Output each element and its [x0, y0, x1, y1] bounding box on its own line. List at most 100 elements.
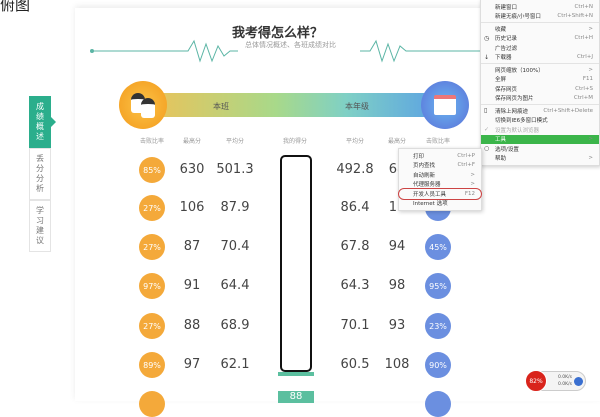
menu-item-shortcut: Ctrl+H — [574, 35, 593, 42]
class-avg-score: 70.4 — [220, 239, 250, 254]
menu-item-shortcut: F11 — [582, 76, 593, 83]
menu-separator — [481, 63, 599, 64]
browser-menu: 新建窗口 Ctrl+N 新建无痕/小号窗口 Ctrl+Shift+N 收藏 > ◷ 历史记录 C… — [480, 0, 600, 166]
sidebar-tab-study-advice[interactable]: 学习建议 — [29, 200, 51, 252]
menu-item[interactable]: 打印 Ctrl+P — [399, 151, 481, 161]
menu-item[interactable]: 页内查找 Ctrl+F — [399, 161, 481, 171]
menu-item-shortcut: Ctrl+M — [573, 95, 593, 102]
class-avg-score: 62.1 — [220, 357, 250, 372]
my-score-redacted-box — [280, 155, 312, 372]
menu-item[interactable]: 新建无痕/小号窗口 Ctrl+Shift+N — [481, 12, 599, 22]
page-subtitle: 总体情况概述、各班成绩对比 — [245, 41, 336, 49]
my-score-cell: 88 — [278, 391, 314, 403]
menu-item-label: 开发人员工具 — [413, 191, 447, 198]
menu-item-shortcut: Ctrl+F — [457, 162, 475, 169]
menu-separator — [481, 22, 599, 23]
speed-widget[interactable]: 82% 0.0K/s 0.0K/s — [525, 370, 586, 392]
menu-item[interactable]: 新建窗口 Ctrl+N — [481, 2, 599, 12]
menu-item[interactable]: 帮助 > — [481, 154, 599, 164]
menu-item[interactable]: 自动刷新 > — [399, 170, 481, 180]
rate-badge — [425, 391, 451, 417]
class-rate-badge: 27% — [139, 195, 165, 221]
menu-item-label: 清除上网痕迹 — [495, 108, 529, 115]
menu-item-shortcut: > — [588, 155, 593, 162]
menu-item[interactable]: ↓ 下载器 Ctrl+J — [481, 53, 599, 63]
menu-item-label: 保存网页为图片 — [495, 96, 534, 103]
menu-item-shortcut: F12 — [464, 190, 475, 197]
download-icon: ↓ — [484, 53, 490, 61]
grade-label: 本年级 — [345, 102, 369, 111]
menu-item[interactable]: 广告过滤 — [481, 43, 599, 53]
class-avg-score: 501.3 — [216, 162, 254, 177]
gear-icon: ○ — [484, 145, 490, 153]
menu-item[interactable]: Internet 选项 — [399, 199, 481, 209]
rate-badge — [139, 391, 165, 417]
class-rate-badge: 97% — [139, 273, 165, 299]
class-rate-badge: 85% — [139, 157, 165, 183]
menu-item-label: 选项/设置 — [495, 146, 519, 153]
menu-item-label: 网页缩放（100%） — [495, 67, 544, 74]
menu-item[interactable]: ▯ 清除上网痕迹 Ctrl+Shift+Delete — [481, 106, 599, 116]
menu-item[interactable]: 保存网页 Ctrl+S — [481, 84, 599, 94]
column-header: 平均分 — [225, 138, 244, 145]
menu-item-label: 保存网页 — [495, 86, 518, 93]
menu-item[interactable]: 切换到IE6多窗口模式 — [481, 116, 599, 126]
menu-item-shortcut: Ctrl+Shift+Delete — [543, 107, 593, 114]
menu-item[interactable]: 保存网页为图片 Ctrl+M — [481, 94, 599, 104]
menu-item[interactable]: ✓ 设置为默认浏览器 — [481, 125, 599, 135]
menu-item[interactable]: 收藏 > — [481, 24, 599, 34]
column-header: 击败比率 — [425, 138, 450, 145]
menu-item-shortcut: > — [470, 171, 475, 178]
page-title: 我考得怎么样？ — [232, 26, 324, 41]
menu-item-label: 打印 — [413, 153, 425, 160]
memory-percent: 82% — [525, 370, 547, 392]
menu-item-label: Internet 选项 — [413, 201, 448, 208]
menu-item-label: 广告过滤 — [495, 45, 518, 52]
school-icon — [421, 81, 469, 129]
grade-max-score: 98 — [388, 278, 406, 293]
grade-max-score: 108 — [384, 357, 410, 372]
class-rate-badge: 89% — [139, 352, 165, 378]
grade-rate-badge: 23% — [425, 313, 451, 339]
trash-icon: ▯ — [484, 107, 488, 115]
menu-item[interactable]: 工具 > — [481, 134, 599, 144]
clock-icon: ◷ — [484, 34, 490, 42]
menu-item-label: 新建无痕/小号窗口 — [495, 14, 541, 21]
grade-rate-badge: 45% — [425, 234, 451, 260]
menu-item-shortcut: Ctrl+J — [576, 54, 593, 61]
menu-item[interactable]: 开发人员工具 F12 — [398, 188, 482, 200]
menu-item-shortcut: Ctrl+S — [575, 85, 593, 92]
menu-item-label: 工具 — [495, 137, 507, 144]
class-label: 本班 — [213, 102, 229, 111]
students-icon — [119, 81, 167, 129]
class-rate-badge: 27% — [139, 234, 165, 260]
class-avg-score: 68.9 — [220, 318, 250, 333]
menu-item[interactable]: ○ 选项/设置 — [481, 144, 599, 154]
menu-item-label: 自动刷新 — [413, 172, 436, 179]
active-tab-arrow — [51, 117, 56, 127]
corner-text: 俯图 — [0, 0, 31, 14]
grade-rate-badge: 95% — [425, 273, 451, 299]
menu-item[interactable]: 代理服务器 > — [399, 180, 481, 190]
grade-rate-badge: 90% — [425, 352, 451, 378]
menu-item[interactable]: 网页缩放（100%） > — [481, 65, 599, 75]
check-icon: ✓ — [484, 126, 490, 134]
menu-item-label: 历史记录 — [495, 36, 518, 43]
menu-item-label: 全屏 — [495, 77, 507, 84]
menu-item[interactable]: 全屏 F11 — [481, 75, 599, 85]
tools-submenu: 打印 Ctrl+P 页内查找 Ctrl+F 自动刷新 > 代理服务器 > 开发人员工具 F12 In… — [398, 148, 482, 211]
my-score-bar — [278, 372, 314, 376]
menu-item-shortcut: Ctrl+Shift+N — [557, 13, 593, 20]
column-header: 我的得分 — [282, 138, 307, 145]
menu-item[interactable]: ◷ 历史记录 Ctrl+H — [481, 34, 599, 44]
sidebar-tab-overview[interactable]: 成绩概述 — [29, 96, 51, 148]
menu-item-label: 页内查找 — [413, 163, 436, 170]
menu-item-shortcut: > — [588, 66, 593, 73]
sidebar-tab-loss-analysis[interactable]: 丢分分析 — [29, 148, 51, 200]
menu-item-label: 设置为默认浏览器 — [495, 127, 540, 134]
class-rate-badge: 27% — [139, 313, 165, 339]
menu-item-shortcut: > — [588, 25, 593, 32]
menu-item-label: 下载器 — [495, 55, 512, 62]
sidebar-tabs: 成绩概述 丢分分析 学习建议 — [29, 96, 51, 252]
grade-max-score: 93 — [388, 318, 406, 333]
